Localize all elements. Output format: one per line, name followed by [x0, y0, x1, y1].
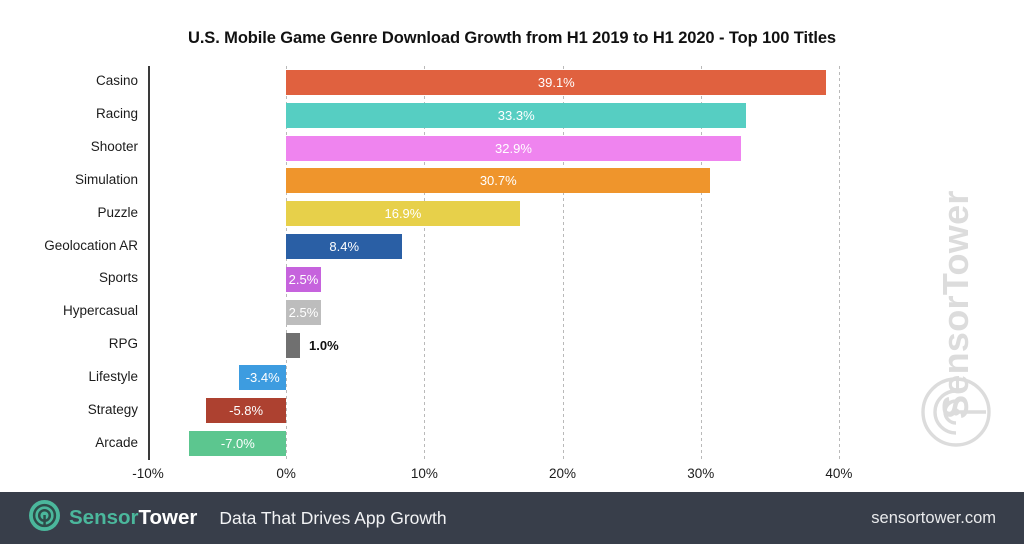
- gridline: [838, 66, 840, 460]
- footer-brand-sensor: Sensor: [69, 506, 139, 529]
- bar-value-label: 2.5%: [288, 271, 319, 287]
- bar-value-label: -7.0%: [220, 436, 255, 452]
- y-axis-tick-label: Casino: [95, 73, 138, 89]
- footer-brand-tower: Tower: [138, 506, 198, 529]
- watermark-label: SensorTower: [935, 75, 977, 419]
- y-axis-tick-label: Geolocation AR: [44, 237, 138, 253]
- watermark-brand-tower: Tower: [935, 190, 976, 296]
- bar-value-label: 39.1%: [537, 74, 575, 90]
- y-axis-tick-label: Puzzle: [97, 204, 138, 220]
- y-axis-tick-label: Sports: [98, 270, 138, 286]
- sensortower-watermark: SensorTower: [916, 74, 996, 447]
- x-axis-tick-label: 20%: [549, 466, 577, 481]
- y-axis-tick-label: Shooter: [90, 139, 138, 155]
- bar-value-label: 16.9%: [384, 206, 422, 222]
- sensortower-logo-icon: [920, 376, 992, 453]
- watermark-brand-sensor: Sensor: [935, 295, 976, 419]
- x-axis-tick-label: -10%: [132, 466, 164, 481]
- y-axis-tick-label: Lifestyle: [88, 368, 138, 384]
- y-axis-tick-label: Racing: [95, 106, 138, 122]
- x-axis-tick-label: 0%: [276, 466, 296, 481]
- y-axis-tick-label: Arcade: [95, 434, 138, 450]
- y-axis-line: [148, 66, 150, 460]
- bar-value-label: -3.4%: [245, 370, 280, 386]
- y-axis-tick-label: Strategy: [87, 401, 138, 417]
- chart-figure: U.S. Mobile Game Genre Download Growth f…: [0, 0, 1024, 490]
- bar-value-label: 30.7%: [479, 173, 517, 189]
- sensortower-logo-icon: [29, 500, 60, 536]
- footer-brand: SensorTower: [69, 506, 197, 530]
- x-axis-tick-label: 10%: [410, 466, 438, 481]
- y-axis-tick-label: Simulation: [74, 171, 138, 187]
- y-axis-tick-label: RPG: [108, 336, 138, 352]
- bar-value-label: 8.4%: [329, 239, 360, 255]
- bar-value-label: 33.3%: [497, 107, 535, 123]
- x-axis-tick-label: 40%: [825, 466, 853, 481]
- footer-brand-group: SensorTower Data That Drives App Growth: [29, 500, 447, 536]
- bar-value-label: -5.8%: [229, 403, 264, 419]
- plot-area: Casino Racing Shooter Simulation Puzzle Geolo…: [44, 66, 908, 481]
- footer-bar: SensorTower Data That Drives App Growth …: [0, 492, 1024, 544]
- bar-value-label: 1.0%: [309, 337, 339, 353]
- page-title: U.S. Mobile Game Genre Download Growth f…: [188, 29, 836, 47]
- footer-url[interactable]: sensortower.com: [871, 509, 996, 528]
- x-axis-tick-label: 30%: [687, 466, 715, 481]
- bar[interactable]: [286, 332, 300, 358]
- footer-tagline: Data That Drives App Growth: [219, 507, 447, 528]
- bar-value-label: 32.9%: [495, 140, 532, 156]
- y-axis-tick-label: Hypercasual: [62, 303, 138, 319]
- bar-value-label: 2.5%: [288, 304, 319, 320]
